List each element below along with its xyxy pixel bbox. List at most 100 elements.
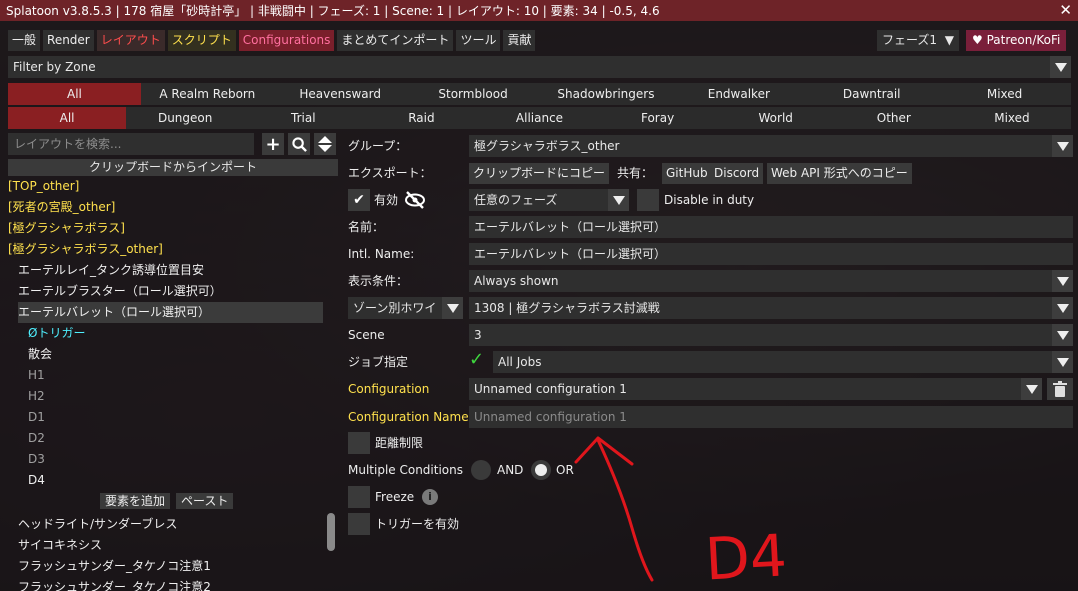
tree-item[interactable]: D3 bbox=[28, 449, 45, 470]
group-value: 極グラシャラボラス_other bbox=[474, 139, 620, 153]
content-type-filter-1[interactable]: Dungeon bbox=[126, 107, 244, 129]
tab-4[interactable]: Configurations bbox=[238, 30, 335, 51]
distance-limit-checkbox[interactable] bbox=[348, 432, 370, 454]
name-input[interactable]: エーテルバレット（ロール選択可） bbox=[469, 216, 1073, 238]
scene-value: 3 bbox=[474, 328, 482, 342]
phase-select-value: 任意のフェーズ bbox=[474, 193, 558, 207]
export-label: エクスポート： bbox=[348, 166, 432, 180]
or-label: OR bbox=[556, 463, 574, 477]
phase-select-dropdown[interactable]: 任意のフェーズ bbox=[469, 189, 629, 211]
trash-icon bbox=[1053, 381, 1067, 397]
configuration-label: Configuration bbox=[348, 382, 430, 396]
or-radio[interactable] bbox=[531, 460, 551, 480]
tree-item[interactable]: [TOP_other] bbox=[8, 176, 79, 197]
copy-to-clipboard-button[interactable]: クリップボードにコピー bbox=[469, 163, 610, 184]
github-button[interactable]: GitHub bbox=[662, 163, 712, 184]
display-condition-value: Always shown bbox=[474, 274, 559, 288]
content-type-filter-row: All Dungeon Trial Raid Alliance Foray World Oth… bbox=[8, 107, 1071, 129]
zone-mode-dropdown[interactable]: ゾーン別ホワイ bbox=[348, 297, 463, 319]
tree-item[interactable]: H2 bbox=[28, 386, 45, 407]
freeze-checkbox[interactable] bbox=[348, 486, 370, 508]
tree-item[interactable]: サイコキネシス bbox=[18, 535, 102, 556]
zone-filter-dropdown[interactable]: Filter by Zone bbox=[8, 56, 1071, 78]
and-radio[interactable] bbox=[471, 460, 491, 480]
expansion-filter-4[interactable]: Shadowbringers bbox=[540, 83, 673, 105]
eye-slash-icon[interactable] bbox=[404, 191, 426, 209]
tree-item[interactable]: D1 bbox=[28, 407, 45, 428]
delete-configuration-button[interactable] bbox=[1047, 378, 1073, 400]
zone-mode-value: ゾーン別ホワイ bbox=[353, 301, 437, 315]
tab-5[interactable]: まとめてインポート bbox=[337, 30, 454, 51]
sidebar-scrollbar[interactable] bbox=[327, 513, 335, 551]
tree-item[interactable]: D2 bbox=[28, 428, 45, 449]
add-element-button[interactable]: 要素を追加 bbox=[100, 493, 171, 509]
expansion-filter-3[interactable]: Stormblood bbox=[407, 83, 540, 105]
job-dropdown[interactable]: All Jobs bbox=[493, 351, 1073, 373]
import-from-clipboard-button[interactable]: クリップボードからインポート bbox=[8, 159, 338, 176]
tree-item[interactable]: エーテルブラスター（ロール選択可） bbox=[18, 281, 222, 302]
tree-item[interactable]: 散会 bbox=[28, 344, 52, 365]
paste-button[interactable]: ペースト bbox=[176, 493, 234, 509]
tree-item[interactable]: Øトリガー bbox=[28, 323, 85, 344]
expansion-filter-2[interactable]: Heavensward bbox=[274, 83, 407, 105]
tab-6[interactable]: ツール bbox=[456, 30, 501, 51]
content-type-filter-2[interactable]: Trial bbox=[244, 107, 362, 129]
disable-in-duty-checkbox[interactable] bbox=[637, 189, 659, 211]
sort-button[interactable] bbox=[314, 133, 336, 155]
enabled-checkbox[interactable]: ✔ bbox=[348, 189, 370, 211]
tab-2[interactable]: レイアウト bbox=[96, 30, 165, 51]
tree-item[interactable]: D4 bbox=[28, 470, 45, 491]
expansion-filter-6[interactable]: Dawntrail bbox=[805, 83, 938, 105]
tree-item[interactable]: エーテルレイ_タンク誘導位置目安 bbox=[18, 260, 204, 281]
search-button[interactable] bbox=[288, 133, 310, 155]
tree-item[interactable]: フラッシュサンダー_タケノコ注意2 bbox=[18, 577, 211, 591]
group-dropdown[interactable]: 極グラシャラボラス_other bbox=[469, 135, 1073, 157]
tab-3[interactable]: スクリプト bbox=[167, 30, 236, 51]
content-type-filter-6[interactable]: World bbox=[717, 107, 835, 129]
distance-limit-label: 距離制限 bbox=[375, 436, 424, 450]
configuration-name-label: Configuration Name bbox=[348, 410, 469, 424]
content-type-filter-3[interactable]: Raid bbox=[362, 107, 480, 129]
intl-name-value: エーテルバレット（ロール選択可） bbox=[474, 247, 667, 261]
expansion-filter-row: All A Realm Reborn Heavensward Stormblood Sh… bbox=[8, 83, 1071, 105]
tree-item[interactable]: [死者の宮殿_other] bbox=[8, 197, 115, 218]
close-icon[interactable]: ✕ bbox=[1059, 1, 1072, 19]
configuration-dropdown[interactable]: Unnamed configuration 1 bbox=[469, 378, 1042, 400]
expansion-filter-1[interactable]: A Realm Reborn bbox=[141, 83, 274, 105]
tab-1[interactable]: Render bbox=[43, 30, 94, 51]
configuration-name-input[interactable]: Unnamed configuration 1 bbox=[469, 406, 1073, 428]
content-type-filter-4[interactable]: Alliance bbox=[480, 107, 598, 129]
content-type-filter-5[interactable]: Foray bbox=[599, 107, 717, 129]
tree-item[interactable]: [極グラシャラボラス_other] bbox=[8, 239, 163, 260]
expansion-filter-7[interactable]: Mixed bbox=[938, 83, 1071, 105]
display-condition-dropdown[interactable]: Always shown bbox=[469, 270, 1073, 292]
title-bar[interactable]: Splatoon v3.8.5.3 | 178 宿屋「砂時計亭」 | 非戦闘中 … bbox=[0, 0, 1078, 21]
enable-trigger-checkbox[interactable] bbox=[348, 513, 370, 535]
patreon-button[interactable]: ♥ Patreon/KoFi bbox=[966, 30, 1066, 51]
tab-7[interactable]: 貢献 bbox=[503, 30, 536, 51]
scene-label: Scene bbox=[348, 328, 385, 342]
tree-item[interactable]: ヘッドライト/サンダーブレス bbox=[18, 514, 177, 535]
tree-item[interactable]: [極グラシャラボラス] bbox=[8, 218, 125, 239]
discord-button[interactable]: Discord bbox=[710, 163, 764, 184]
phase-dropdown[interactable]: フェーズ1 ▼ bbox=[877, 30, 959, 51]
intl-name-input[interactable]: エーテルバレット（ロール選択可） bbox=[469, 243, 1073, 265]
tree-item[interactable]: フラッシュサンダー_タケノコ注意1 bbox=[18, 556, 211, 577]
configuration-value: Unnamed configuration 1 bbox=[474, 382, 627, 396]
content-type-filter-0[interactable]: All bbox=[8, 107, 127, 129]
scene-dropdown[interactable]: 3 bbox=[469, 324, 1073, 346]
add-layout-button[interactable]: + bbox=[262, 133, 284, 155]
layout-search-input[interactable]: レイアウトを検索... bbox=[8, 133, 254, 155]
content-type-filter-7[interactable]: Other bbox=[835, 107, 953, 129]
content-type-filter-8[interactable]: Mixed bbox=[953, 107, 1071, 129]
webapi-copy-button[interactable]: Web API 形式へのコピー bbox=[767, 163, 912, 184]
tree-item[interactable]: H1 bbox=[28, 365, 45, 386]
zone-dropdown[interactable]: 1308 | 極グラシャラボラス討滅戦 bbox=[469, 297, 1073, 319]
tree-item[interactable]: エーテルバレット（ロール選択可） bbox=[18, 302, 323, 323]
intl-name-label: Intl. Name: bbox=[348, 247, 415, 261]
phase-dropdown-label: フェーズ1 bbox=[882, 33, 938, 47]
expansion-filter-0[interactable]: All bbox=[8, 83, 141, 105]
expansion-filter-5[interactable]: Endwalker bbox=[672, 83, 805, 105]
tab-0[interactable]: 一般 bbox=[8, 30, 41, 51]
info-icon[interactable]: i bbox=[422, 489, 438, 505]
